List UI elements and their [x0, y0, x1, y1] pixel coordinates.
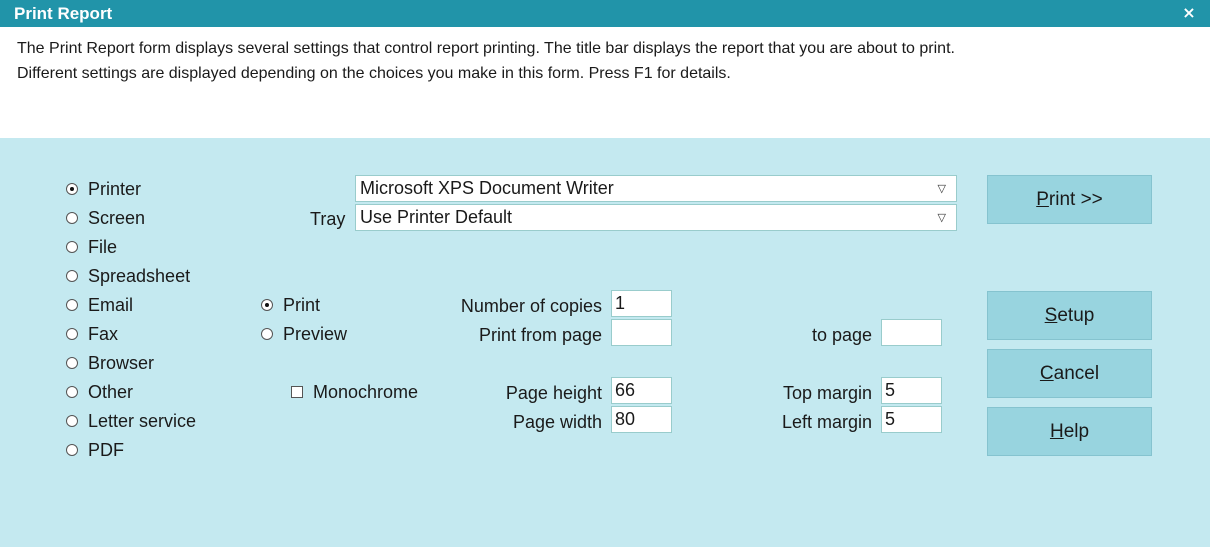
printer-value: Microsoft XPS Document Writer — [360, 178, 614, 198]
close-icon[interactable]: × — [1180, 3, 1198, 23]
radio-button[interactable] — [261, 328, 273, 340]
description-line-1: The Print Report form displays several s… — [17, 40, 955, 57]
radio-label: Preview — [283, 324, 348, 344]
radio-button[interactable] — [66, 183, 78, 195]
radio-fax[interactable]: Fax — [64, 323, 234, 347]
radio-printer[interactable]: Printer — [64, 178, 234, 202]
radio-label: File — [88, 237, 118, 257]
radio-button[interactable] — [66, 415, 78, 427]
radio-button[interactable] — [66, 386, 78, 398]
print-button-mnemonic: P — [1036, 189, 1049, 210]
radio-screen[interactable]: Screen — [64, 207, 234, 231]
radio-label: Letter service — [88, 411, 197, 431]
help-button-label: elp — [1063, 421, 1090, 442]
radio-label: Email — [88, 295, 134, 315]
title-bar: Print Report × — [0, 0, 1210, 27]
chevron-down-icon: ▽ — [937, 212, 946, 224]
page-height-input[interactable]: 66 — [611, 377, 672, 404]
radio-print[interactable]: Print — [259, 294, 379, 318]
from-page-input[interactable] — [611, 319, 672, 346]
tray-select[interactable]: Use Printer Default ▽ — [355, 204, 957, 231]
radio-button[interactable] — [66, 299, 78, 311]
radio-label: Browser — [88, 353, 155, 373]
radio-letter-service[interactable]: Letter service — [64, 410, 234, 434]
left-margin-label: Left margin — [781, 412, 872, 432]
radio-spreadsheet[interactable]: Spreadsheet — [64, 265, 234, 289]
radio-preview[interactable]: Preview — [259, 323, 379, 347]
radio-button[interactable] — [66, 270, 78, 282]
page-width-label: Page width — [512, 412, 602, 432]
copies-input[interactable]: 1 — [611, 290, 672, 317]
radio-label: Fax — [88, 324, 119, 344]
radio-button[interactable] — [66, 357, 78, 369]
radio-browser[interactable]: Browser — [64, 352, 234, 376]
tray-label: Tray — [310, 209, 346, 229]
radio-label: Screen — [88, 208, 146, 228]
help-button[interactable]: Help — [987, 407, 1152, 456]
radio-pdf[interactable]: PDF — [64, 439, 234, 463]
radio-email[interactable]: Email — [64, 294, 234, 318]
chevron-down-icon: ▽ — [937, 183, 946, 195]
printer-select[interactable]: Microsoft XPS Document Writer ▽ — [355, 175, 957, 202]
radio-label: Printer — [88, 179, 142, 199]
setup-button-mnemonic: S — [1044, 305, 1058, 326]
copies-label: Number of copies — [460, 296, 602, 316]
description-line-2: Different settings are displayed dependi… — [17, 65, 731, 82]
tray-value: Use Printer Default — [360, 207, 513, 227]
cancel-button-label: ancel — [1053, 363, 1100, 384]
radio-button[interactable] — [261, 299, 273, 311]
monochrome-checkbox[interactable] — [291, 386, 303, 398]
from-page-label: Print from page — [478, 325, 602, 345]
radio-button[interactable] — [66, 328, 78, 340]
to-page-input[interactable] — [881, 319, 942, 346]
radio-button[interactable] — [66, 444, 78, 456]
top-margin-input[interactable]: 5 — [881, 377, 942, 404]
radio-label: Spreadsheet — [88, 266, 191, 286]
radio-label: Print — [283, 295, 321, 315]
description-panel: The Print Report form displays several s… — [0, 27, 1210, 138]
radio-file[interactable]: File — [64, 236, 234, 260]
help-button-mnemonic: H — [1049, 421, 1064, 442]
radio-label: Other — [88, 382, 134, 402]
cancel-button-mnemonic: C — [1039, 363, 1054, 384]
page-height-label: Page height — [505, 383, 602, 403]
left-margin-input[interactable]: 5 — [881, 406, 942, 433]
radio-label: PDF — [88, 440, 124, 460]
print-button-label: rint >> — [1048, 189, 1103, 210]
setup-button-label: etup — [1057, 305, 1095, 326]
window-title: Print Report — [14, 4, 113, 23]
page-width-input[interactable]: 80 — [611, 406, 672, 433]
radio-other[interactable]: Other — [64, 381, 234, 405]
settings-panel: Printer Screen File Spreadsheet Email Fa… — [0, 138, 1210, 547]
print-button[interactable]: Print >> — [987, 175, 1152, 224]
monochrome-label: Monochrome — [313, 382, 419, 402]
setup-button[interactable]: Setup — [987, 291, 1152, 340]
radio-button[interactable] — [66, 241, 78, 253]
cancel-button[interactable]: Cancel — [987, 349, 1152, 398]
top-margin-label: Top margin — [782, 383, 872, 403]
radio-button[interactable] — [66, 212, 78, 224]
to-page-label: to page — [811, 325, 872, 345]
monochrome-checkbox-row[interactable]: Monochrome — [289, 381, 449, 405]
